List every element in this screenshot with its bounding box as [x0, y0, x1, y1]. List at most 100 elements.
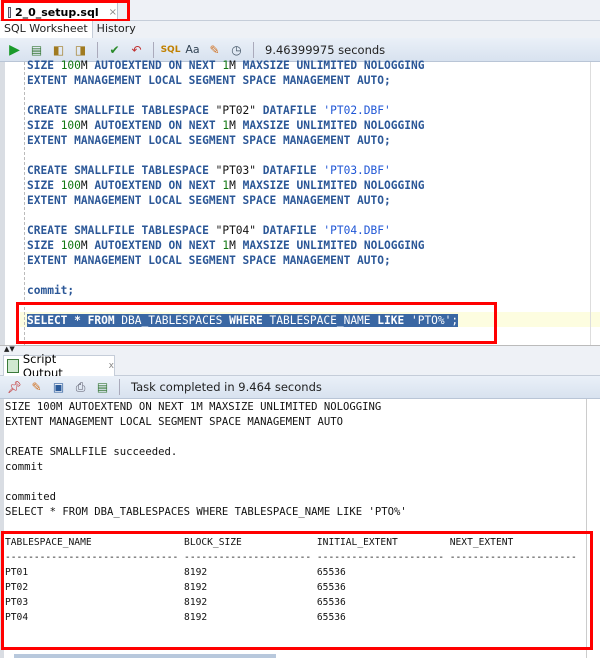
file-tab-label: 2_0_setup.sql — [14, 5, 99, 19]
code-token: SIZE — [27, 239, 61, 252]
history-clock-icon[interactable]: ◷ — [228, 42, 245, 58]
file-tab[interactable]: 2_0_setup.sql × — [3, 2, 118, 21]
separator — [97, 41, 98, 58]
pin-icon[interactable]: 📌︎ — [6, 379, 23, 395]
code-token: "PT04" — [215, 224, 257, 237]
code-token: 'PT03.DBF' — [323, 164, 391, 177]
code-line: EXTENT MANAGEMENT LOCAL SEGMENT SPACE MA… — [27, 73, 391, 88]
code-line: commit; — [27, 283, 74, 298]
code-token: SIZE — [27, 119, 61, 132]
code-token: M — [229, 179, 236, 192]
close-icon[interactable]: x — [109, 361, 114, 371]
output-line: SIZE 100M AUTOEXTEND ON NEXT 1M MAXSIZE … — [5, 401, 382, 413]
code-token: WHERE — [229, 314, 270, 327]
code-line: EXTENT MANAGEMENT LOCAL SEGMENT SPACE MA… — [27, 193, 391, 208]
code-token: 100 — [60, 119, 81, 132]
code-token: M — [229, 239, 236, 252]
close-icon[interactable]: × — [109, 7, 117, 18]
code-token: MAXSIZE UNLIMITED NOLOGGING — [235, 239, 425, 252]
run-script-icon[interactable]: ▤ — [28, 42, 45, 58]
code-token: TABLESPACE_NAME — [269, 314, 378, 327]
clear-eraser-icon[interactable]: ✎ — [28, 379, 45, 395]
tab-history[interactable]: History — [93, 21, 140, 38]
code-token: ; — [451, 314, 459, 327]
code-line: SIZE 100M AUTOEXTEND ON NEXT 1M MAXSIZE … — [27, 58, 424, 73]
code-token: CREATE SMALLFILE TABLESPACE — [27, 224, 216, 237]
code-token: 'PTO%' — [410, 314, 452, 327]
code-token: "PT02" — [215, 104, 257, 117]
save-icon[interactable]: ▣ — [50, 379, 67, 395]
code-line: SELECT * FROM DBA_TABLESPACES WHERE TABL… — [27, 313, 459, 328]
code-token: DATAFILE — [256, 224, 324, 237]
format-case-icon[interactable]: Aa — [184, 42, 201, 58]
code-token: MAXSIZE UNLIMITED NOLOGGING — [235, 59, 425, 72]
print-icon[interactable]: ⎙ — [72, 379, 89, 395]
code-token: M — [80, 239, 88, 252]
output-line: SELECT * FROM DBA_TABLESPACES WHERE TABL… — [5, 506, 407, 518]
output-line: EXTENT MANAGEMENT LOCAL SEGMENT SPACE MA… — [5, 416, 344, 428]
code-token: SELECT * FROM — [27, 314, 122, 327]
code-token: DATAFILE — [256, 164, 324, 177]
tab-sql-worksheet[interactable]: SQL Worksheet — [0, 21, 93, 38]
horizontal-scrollbar[interactable] — [14, 654, 276, 658]
output-line: CREATE SMALLFILE succeeded. — [5, 446, 178, 458]
code-token: CREATE SMALLFILE TABLESPACE — [27, 164, 216, 177]
code-token: M — [80, 179, 88, 192]
code-token: EXTENT MANAGEMENT LOCAL SEGMENT SPACE MA… — [27, 134, 391, 147]
code-token: SIZE — [27, 179, 61, 192]
separator — [253, 41, 254, 58]
code-token: SIZE — [27, 59, 61, 72]
explain-plan-icon[interactable]: ◨ — [72, 42, 89, 58]
code-token: commit; — [27, 284, 75, 297]
script-output-icon — [7, 359, 19, 373]
output-line: commited — [5, 491, 57, 503]
elapsed-time: 9.46399975 seconds — [265, 42, 386, 57]
code-token: 100 — [60, 179, 81, 192]
output-toolbar: 📌︎ ✎ ▣ ⎙ ▤ Task completed in 9.464 secon… — [0, 376, 600, 399]
output-line: PT01 8192 65536 — [5, 567, 346, 578]
code-token: MAXSIZE UNLIMITED NOLOGGING — [235, 179, 425, 192]
output-line: ------------------------------ ---------… — [5, 552, 577, 563]
sql-tuning-icon[interactable]: SQL — [161, 42, 181, 58]
script-icon[interactable]: ▤ — [94, 379, 111, 395]
code-token: AUTOEXTEND ON NEXT — [87, 179, 223, 192]
code-token: 100 — [60, 59, 81, 72]
code-token: 100 — [60, 239, 81, 252]
rollback-icon[interactable]: ↶ — [128, 42, 145, 58]
autotrace-icon[interactable]: ◧ — [50, 42, 67, 58]
worksheet-tabs: SQL Worksheet History — [0, 21, 600, 38]
output-line: PT04 8192 65536 — [5, 612, 346, 623]
gutter-divider — [24, 62, 25, 345]
code-token: EXTENT MANAGEMENT LOCAL SEGMENT SPACE MA… — [27, 254, 391, 267]
code-token: M — [80, 59, 88, 72]
output-margin-line — [586, 399, 587, 658]
commit-icon[interactable]: ✔ — [106, 42, 123, 58]
code-token: 'PT04.DBF' — [323, 224, 391, 237]
tab-script-output[interactable]: Script Output x — [3, 352, 115, 380]
code-token: M — [229, 59, 236, 72]
output-line: TABLESPACE_NAME BLOCK_SIZE INITIAL_EXTEN… — [5, 537, 514, 548]
code-token: AUTOEXTEND ON NEXT — [87, 119, 223, 132]
code-token: DBA_TABLESPACES — [121, 314, 230, 327]
output-line: commit — [5, 461, 44, 473]
code-line: SIZE 100M AUTOEXTEND ON NEXT 1M MAXSIZE … — [27, 238, 424, 253]
file-tab-bar: 2_0_setup.sql × — [0, 0, 600, 21]
code-token: CREATE SMALLFILE TABLESPACE — [27, 104, 216, 117]
code-token: "PT03" — [215, 164, 257, 177]
code-token: M — [80, 119, 88, 132]
code-line: SIZE 100M AUTOEXTEND ON NEXT 1M MAXSIZE … — [27, 118, 424, 133]
clear-eraser-icon[interactable]: ✎ — [206, 42, 223, 58]
sql-file-icon — [8, 6, 11, 18]
code-token: EXTENT MANAGEMENT LOCAL SEGMENT SPACE MA… — [27, 194, 391, 207]
code-token: LIKE — [377, 314, 411, 327]
right-margin-line — [590, 62, 591, 345]
code-token: DATAFILE — [256, 104, 324, 117]
output-tab-bar: Script Output x — [0, 352, 600, 380]
code-line: SIZE 100M AUTOEXTEND ON NEXT 1M MAXSIZE … — [27, 178, 424, 193]
code-line: CREATE SMALLFILE TABLESPACE "PT02" DATAF… — [27, 103, 391, 118]
run-statement-icon[interactable]: ▶ — [6, 42, 23, 58]
code-token: AUTOEXTEND ON NEXT — [87, 59, 223, 72]
code-line: EXTENT MANAGEMENT LOCAL SEGMENT SPACE MA… — [27, 253, 391, 268]
code-token: AUTOEXTEND ON NEXT — [87, 239, 223, 252]
output-line: PT03 8192 65536 — [5, 597, 346, 608]
